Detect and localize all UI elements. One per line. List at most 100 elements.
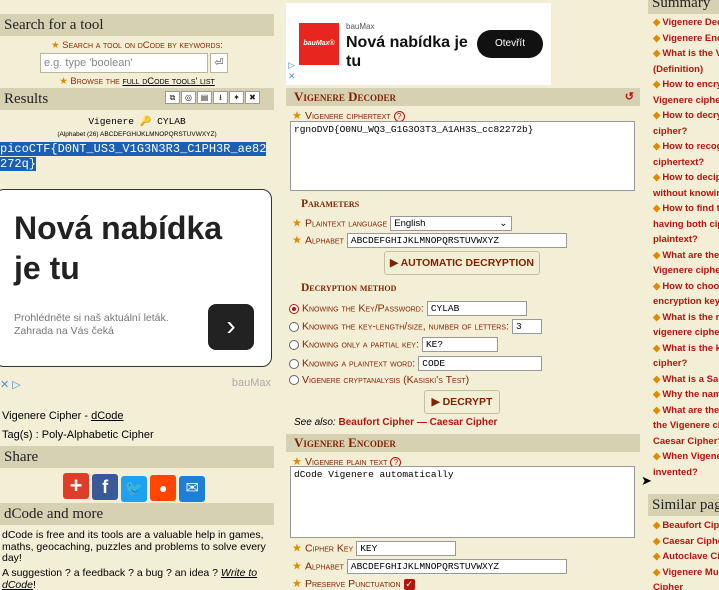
partial-key-input[interactable]: KE? (421, 337, 498, 352)
caesar-link[interactable]: Caesar Cipher (430, 417, 498, 428)
similar-page-item[interactable]: ◆ Beaufort Cip (653, 518, 719, 534)
length-radio[interactable] (289, 321, 299, 332)
summary-item[interactable]: Caesar Cipher? (653, 434, 719, 450)
copy-icon[interactable]: ⧉ (165, 91, 180, 104)
open-button[interactable]: Otevřít (477, 30, 543, 58)
summary-item[interactable]: invented? (653, 465, 719, 481)
method-kasiski-option[interactable]: Vigenere cryptanalysis (Kasiski's Test) (289, 374, 469, 386)
twitter-icon[interactable]: 🐦 (121, 476, 148, 502)
similar-page-item[interactable]: ◆ Vigenere Mu (653, 565, 719, 581)
print-icon[interactable]: ▤ (197, 91, 212, 104)
alphabet-input[interactable]: ABCDEFGHIJKLMNOPQRSTUVWXYZ (346, 233, 567, 248)
reddit-icon[interactable]: ● (150, 475, 177, 501)
plaintext-word-input[interactable]: CODE (418, 356, 543, 371)
search-row: e.g. type 'boolean' ⏎ (40, 53, 230, 73)
more-title: dCode and more (0, 503, 274, 525)
addthis-icon[interactable]: + (63, 473, 89, 499)
ad-arrow-button[interactable]: › (208, 304, 254, 350)
summary-item[interactable]: ◆ How to choo (653, 279, 719, 295)
summary-item[interactable]: ◆ When Vigene (653, 449, 719, 465)
key-radio[interactable] (289, 303, 299, 314)
result-output[interactable]: picoCTF{D0NT_US3_V1G3N3R3_C1PH3R_ae82 272… (0, 142, 274, 172)
summary-item[interactable]: ◆ What is the k (653, 341, 719, 357)
bullet-icon: ◆ (653, 249, 661, 261)
enter-icon[interactable]: ⏎ (210, 53, 228, 73)
top-ad-brand: bauMax (346, 22, 375, 31)
baumax-logo: bauMax® (299, 23, 339, 65)
summary-item[interactable]: ◆ What is a Sa (653, 372, 719, 388)
summary-item[interactable]: plaintext? (653, 232, 719, 248)
browse-tools-link[interactable]: full dCode tools' list (122, 76, 214, 87)
summary-item[interactable]: ◆ What is the V (653, 46, 719, 62)
close-icon[interactable]: ✖ (245, 91, 260, 104)
refresh-icon[interactable]: ↺ (625, 88, 634, 106)
summary-item[interactable]: ◆ What is the r (653, 310, 719, 326)
download-icon[interactable]: ⭳ (213, 91, 228, 104)
method-key-option[interactable]: Knowing the Key/Password: CYLAB (289, 301, 527, 316)
facebook-icon[interactable]: f (92, 474, 119, 500)
summary-item[interactable]: ◆ How to encry (653, 77, 719, 93)
ciphertext-input[interactable]: rgnoDVD{O0NU_WQ3_G1G3O3T3_A1AH3S_cc82272… (290, 121, 635, 191)
ad-banner[interactable]: Nová nabídka je tu Prohlédněte si naš ak… (0, 189, 272, 367)
key-input[interactable]: CYLAB (426, 301, 527, 316)
summary-item[interactable]: Vigenere ciphe (653, 263, 719, 279)
language-select[interactable]: English ⌄ (390, 216, 513, 231)
kasiski-radio[interactable] (289, 375, 299, 386)
summary-item[interactable]: ◆ What are the (653, 403, 719, 419)
ad-brand: bauMax (231, 377, 271, 389)
summary-item[interactable]: ◆ How to decip (653, 170, 719, 186)
summary-item[interactable]: ◆ How to recog (653, 139, 719, 155)
bullet-icon: ◆ (653, 48, 661, 59)
summary-item[interactable]: encryption key (653, 294, 719, 310)
tags: Tag(s) : Poly-Alphabetic Cipher (2, 429, 154, 441)
method-partial-option[interactable]: Knowing only a partial key: KE? (289, 337, 498, 352)
summary-item[interactable]: the Vigenere ci (653, 418, 719, 434)
word-radio[interactable] (289, 358, 299, 369)
email-icon[interactable]: ✉ (179, 476, 206, 502)
summary-item[interactable]: ◆ Why the nam (653, 387, 719, 403)
search-input[interactable]: e.g. type 'boolean' (40, 53, 208, 73)
similar-page-item[interactable]: Cipher (653, 580, 719, 590)
summary-item[interactable]: ◆ Vigenere Enc (653, 31, 719, 47)
encoder-alphabet-input[interactable]: ABCDEFGHIJKLMNOPQRSTUVWXYZ (346, 559, 567, 574)
ad-choices-icon[interactable]: ▷ ✕ (288, 60, 296, 82)
method-word-option[interactable]: Knowing a plaintext word: CODE (289, 356, 543, 371)
pin-icon[interactable]: ✦ (229, 91, 244, 104)
bullet-icon: ◆ (653, 172, 661, 183)
cipher-key-row: ★ Cipher Key KEY (292, 541, 457, 556)
cipher-key-input[interactable]: KEY (356, 541, 457, 556)
summary-item[interactable]: without knowin (653, 186, 719, 202)
summary-item[interactable]: cipher? (653, 124, 719, 140)
top-ad[interactable]: bauMax® bauMax Nová nabídka je tu Otevří… (286, 3, 551, 85)
share-title: Share (0, 446, 274, 468)
left-sidebar: Search for a tool ★ Search a tool on dCo… (0, 0, 274, 590)
summary-item[interactable]: (Definition) (653, 62, 719, 78)
feedback-text: A suggestion ? a feedback ? a bug ? an i… (2, 567, 258, 590)
summary-item[interactable]: vigenere ciphe (653, 325, 719, 341)
plaintext-input[interactable]: dCode Vigenere automatically (290, 466, 635, 538)
method-length-option[interactable]: Knowing the key-length/size, number of l… (289, 319, 542, 334)
chevron-down-icon: ⌄ (499, 218, 508, 229)
dcode-link[interactable]: dCode (91, 410, 123, 422)
summary-item[interactable]: ◆ Vigenere Dec (653, 15, 719, 31)
summary-item[interactable]: Vigenere ciphe (653, 93, 719, 109)
summary-item[interactable]: ciphertext? (653, 155, 719, 171)
bullet-icon: ◆ (653, 203, 661, 214)
punctuation-row: ★ Preserve Punctuation ✓ (292, 578, 415, 590)
decrypt-button[interactable]: ▶ DECRYPT (424, 390, 500, 414)
summary-item[interactable]: cipher? (653, 356, 719, 372)
beaufort-link[interactable]: Beaufort Cipher (338, 417, 414, 428)
summary-item[interactable]: ◆ What are the (653, 248, 719, 264)
encoder-panel: Vigenere Encoder ★ Vigenere plain text ?… (286, 434, 640, 590)
automatic-decryption-button[interactable]: ▶ AUTOMATIC DECRYPTION (384, 251, 540, 275)
punctuation-checkbox[interactable]: ✓ (403, 578, 415, 590)
similar-page-item[interactable]: ◆ Caesar Ciphe (653, 534, 719, 550)
summary-sidebar: Summary ◆ Vigenere Dec ◆ Vigenere Enc ◆ What … (648, 0, 719, 590)
summary-item[interactable]: having both cip (653, 217, 719, 233)
length-input[interactable]: 3 (511, 319, 542, 334)
partial-radio[interactable] (289, 339, 299, 350)
summary-item[interactable]: ◆ How to decry (653, 108, 719, 124)
summary-item[interactable]: ◆ How to find t (653, 201, 719, 217)
similar-page-item[interactable]: ◆ Autoclave Ci (653, 549, 719, 565)
screenshot-icon[interactable]: ◎ (181, 91, 196, 104)
